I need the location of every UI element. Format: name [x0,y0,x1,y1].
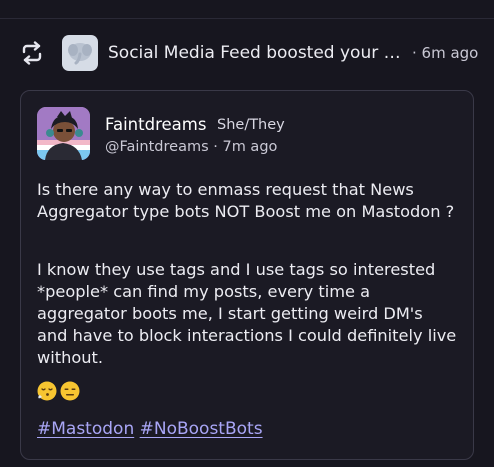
top-divider [0,18,494,19]
notification-text[interactable]: Social Media Feed boosted your p... [108,43,404,63]
post-time: · 7m ago [213,139,278,155]
boost-notification[interactable]: Social Media Feed boosted your p... · 6m… [18,33,488,73]
author-handle[interactable]: @Faintdreams [105,139,209,155]
hashtag-noboostbots[interactable]: #NoBoostBots [140,419,263,439]
hashtag-mastodon[interactable]: #Mastodon [37,419,134,439]
author-display-name[interactable]: Faintdreams [105,115,206,134]
hashtag-list: #Mastodon #NoBoostBots [37,419,263,439]
author-avatar[interactable] [37,107,90,160]
expressionless-face-emoji [60,381,80,401]
emoji-row [37,381,80,401]
post-paragraph: I know they use tags and I use tags so i… [37,260,457,367]
boost-icon [18,39,46,67]
booster-avatar[interactable] [62,35,98,71]
post-card[interactable]: Faintdreams She/They @Faintdreams · 7m a… [20,90,474,460]
author-pronouns: She/They [217,117,285,133]
post-paragraph: Is there any way to enmass request that … [37,180,455,221]
face-exhaling-emoji [37,381,57,401]
author-handle-line: @Faintdreams · 7m ago [105,139,277,155]
notification-time: · 6m ago [412,44,479,62]
